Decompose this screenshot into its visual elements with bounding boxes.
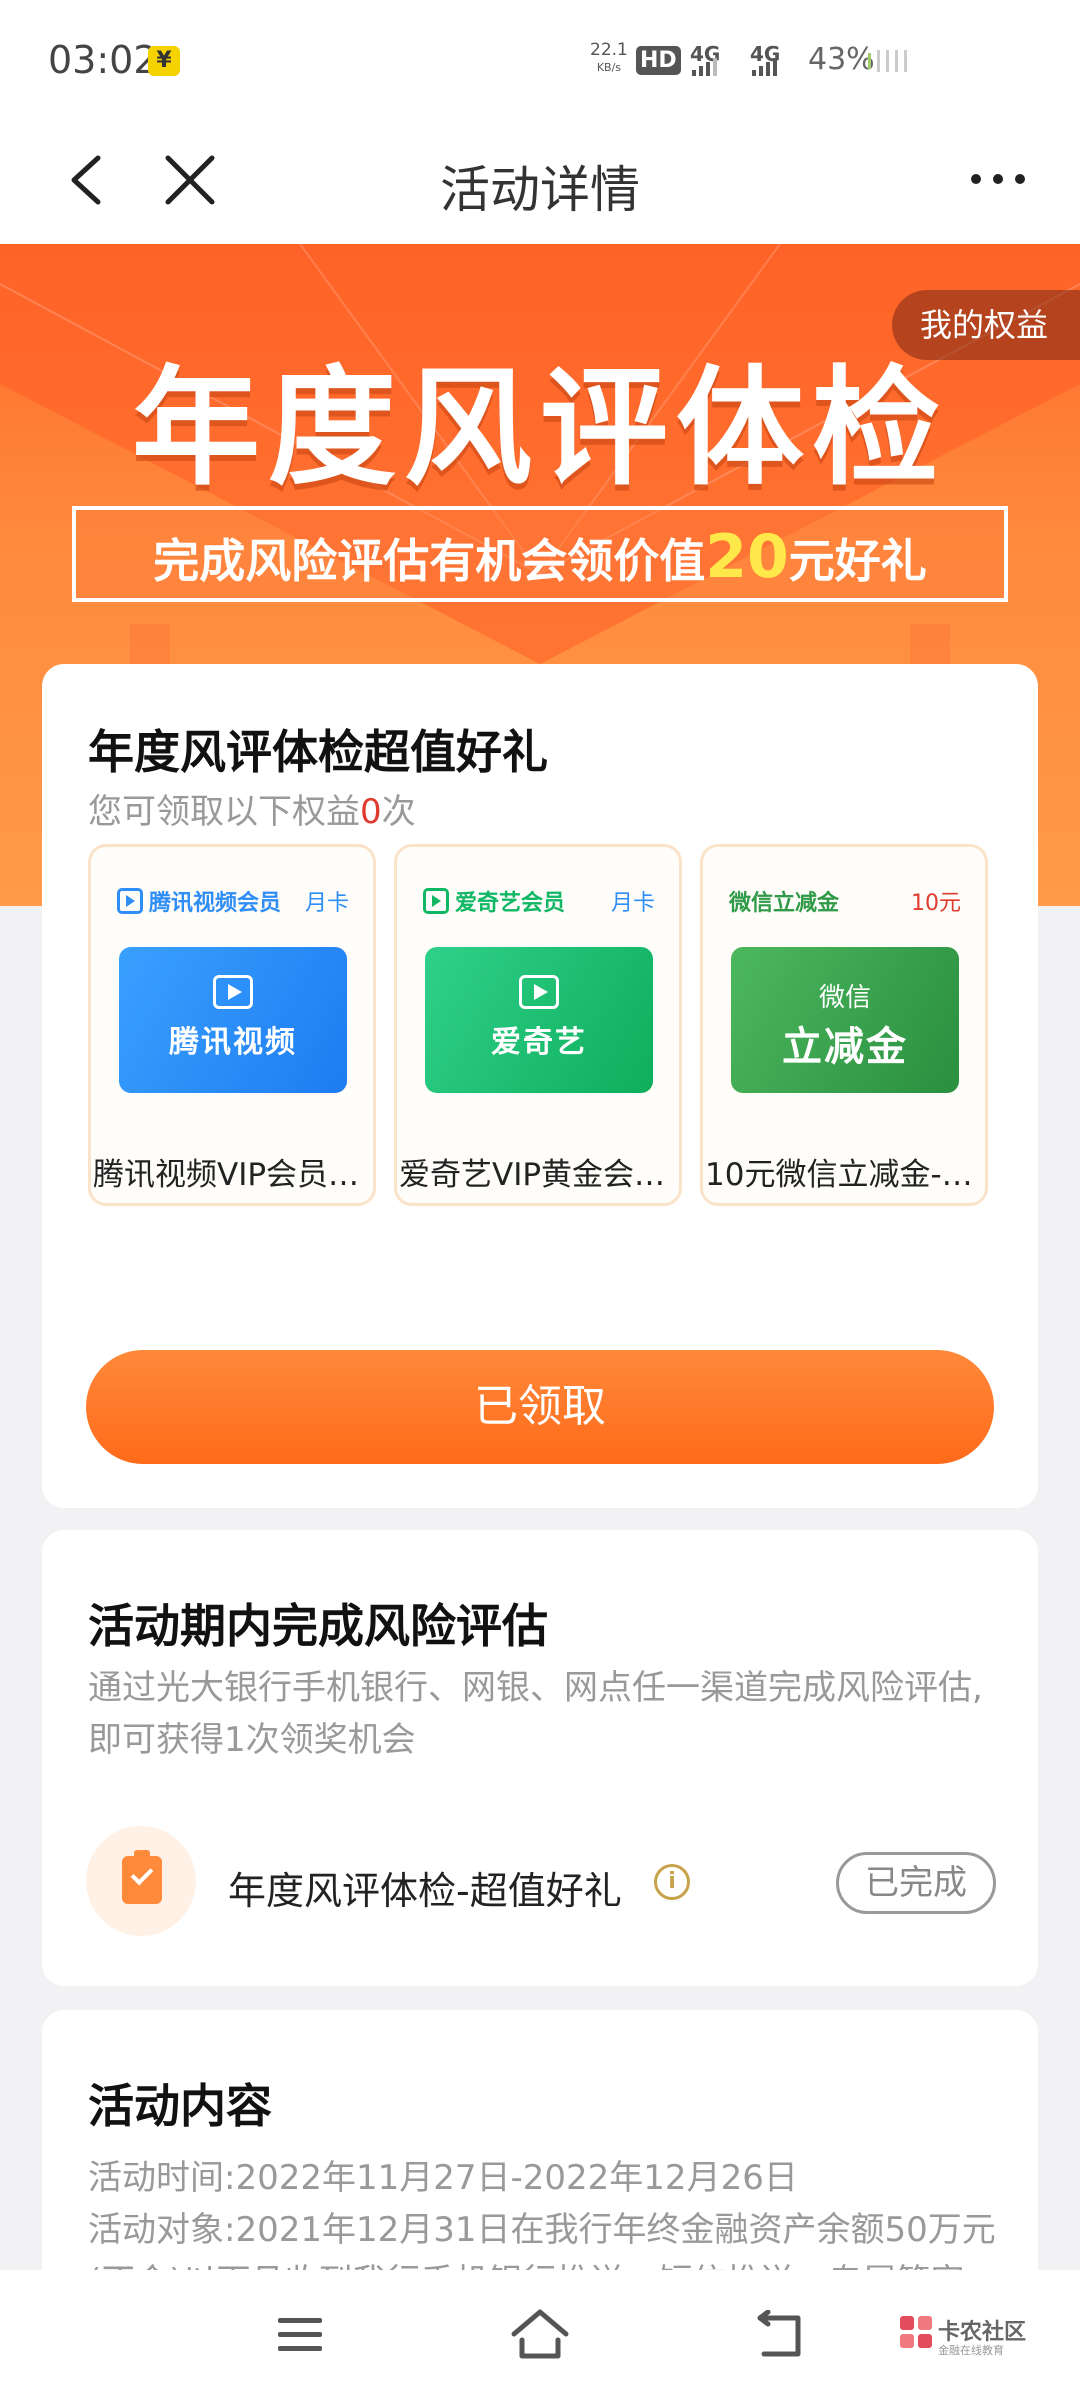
watermark-slogan: 金融在线教育 — [938, 2344, 1004, 2357]
info-icon[interactable]: i — [654, 1864, 690, 1900]
gift-card-title: 年度风评体检超值好礼 — [88, 725, 548, 779]
gift-brand-label: 爱奇艺会员 — [455, 891, 566, 916]
nav-bar: 活动详情 — [0, 120, 1080, 244]
gift-name: 腾讯视频VIP会员… — [93, 1157, 360, 1193]
content-card-title: 活动内容 — [88, 2079, 272, 2133]
banner-subtitle-amount: 20 — [705, 522, 789, 592]
gift-item-wechat-discount[interactable]: 微信立减金 10元 微信 立减金 10元微信立减金-… — [700, 844, 988, 1206]
network-speed-unit: KB/s — [596, 61, 622, 74]
task-name: 年度风评体检-超值好礼 — [228, 1869, 622, 1913]
play-icon — [213, 975, 253, 1009]
task-card-title: 活动期内完成风险评估 — [88, 1599, 548, 1653]
content-line-target: 活动对象:2021年12月31日在我行年终金融资产余额50万元 — [88, 2210, 996, 2250]
gift-brand-label: 微信立减金 — [729, 891, 840, 916]
gift-tag: 月卡 — [304, 891, 349, 916]
gift-image-text: 爱奇艺 — [491, 1025, 587, 1060]
gift-image-tencent-video: 腾讯视频 — [119, 947, 347, 1093]
video-play-icon — [117, 888, 143, 914]
home-icon[interactable] — [508, 2306, 572, 2362]
network-speed: 22.1 KB/s — [590, 42, 628, 76]
banner-subtitle: 完成风险评估有机会领价值20元好礼 — [76, 522, 1004, 592]
gift-tag: 10元 — [911, 891, 961, 916]
yen-notification-icon: ¥ — [148, 46, 180, 76]
page-title: 活动详情 — [440, 161, 640, 219]
banner-subtitle-box: 完成风险评估有机会领价值20元好礼 — [72, 506, 1008, 602]
gift-card-subtitle: 您可领取以下权益0次 — [88, 784, 416, 833]
more-options-icon[interactable] — [968, 164, 1028, 194]
battery-percent: 43% — [808, 42, 875, 77]
gift-image-text: 腾讯视频 — [169, 1025, 297, 1060]
signal-bars-1-icon — [692, 56, 717, 76]
gift-list: 腾讯视频会员 月卡 腾讯视频 腾讯视频VIP会员… 爱奇艺会员 月卡 爱奇艺 爱… — [88, 844, 988, 1206]
gift-card: 年度风评体检超值好礼 您可领取以下权益0次 腾讯视频会员 月卡 腾讯视频 腾讯视… — [42, 664, 1038, 1508]
gift-brand-label: 腾讯视频会员 — [149, 891, 282, 916]
gift-sub-post: 次 — [381, 792, 416, 832]
clipboard-check-icon — [86, 1826, 196, 1936]
gift-name: 爱奇艺VIP黄金会… — [399, 1157, 666, 1193]
kanong-logo-icon — [900, 2316, 932, 2348]
video-play-icon — [423, 888, 449, 914]
gift-image-iqiyi: 爱奇艺 — [425, 947, 653, 1093]
gift-item-tencent-video[interactable]: 腾讯视频会员 月卡 腾讯视频 腾讯视频VIP会员… — [88, 844, 376, 1206]
status-time: 03:02 — [48, 38, 158, 82]
gift-image-text: 立减金 — [782, 1024, 908, 1070]
banner-subtitle-post: 元好礼 — [788, 534, 927, 588]
back-icon[interactable] — [752, 2310, 808, 2360]
play-icon — [519, 975, 559, 1009]
gift-header: 微信立减金 10元 — [729, 885, 961, 917]
gift-name: 10元微信立减金-… — [705, 1157, 973, 1193]
banner-subtitle-pre: 完成风险评估有机会领价值 — [153, 534, 706, 588]
gift-image-wechat-discount: 微信 立减金 — [731, 947, 959, 1093]
gift-brand: 爱奇艺会员 — [423, 885, 565, 917]
task-completed-button[interactable]: 已完成 — [836, 1852, 996, 1914]
signal-bars-2-icon — [752, 56, 777, 76]
content-line-time: 活动时间:2022年11月27日-2022年12月26日 — [88, 2158, 798, 2198]
battery-level-icon — [868, 50, 907, 72]
claimed-button[interactable]: 已领取 — [86, 1350, 994, 1464]
network-speed-value: 22.1 — [590, 40, 628, 60]
gift-tag: 月卡 — [610, 891, 655, 916]
gift-header: 腾讯视频会员 月卡 — [117, 885, 349, 917]
system-nav-bar: 卡农社区 金融在线教育 — [0, 2270, 1080, 2400]
menu-icon[interactable] — [276, 2314, 324, 2354]
banner-title: 年度风评体检 — [131, 354, 948, 503]
task-card: 活动期内完成风险评估 通过光大银行手机银行、网银、网点任一渠道完成风险评估,即可… — [42, 1530, 1038, 1986]
gift-remaining-count: 0 — [360, 792, 382, 832]
gift-image-text-top: 微信 — [818, 983, 871, 1013]
hd-voice-icon: HD — [636, 46, 681, 75]
gift-header: 爱奇艺会员 月卡 — [423, 885, 655, 917]
status-bar: 03:02 ¥ 22.1 KB/s HD 4G 4G 43% — [0, 0, 1080, 120]
gift-sub-pre: 您可领取以下权益 — [88, 792, 360, 832]
task-card-description: 通过光大银行手机银行、网银、网点任一渠道完成风险评估,即可获得1次领奖机会 — [88, 1668, 983, 1760]
gift-item-iqiyi[interactable]: 爱奇艺会员 月卡 爱奇艺 爱奇艺VIP黄金会… — [394, 844, 682, 1206]
gift-brand: 腾讯视频会员 — [117, 885, 281, 917]
